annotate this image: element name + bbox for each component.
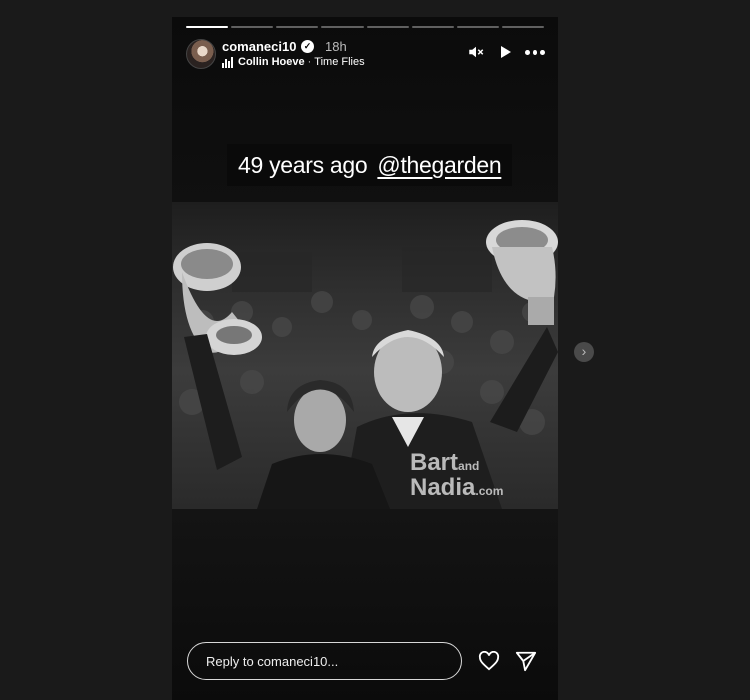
progress-segment [186, 26, 229, 28]
chevron-right-icon: › [581, 343, 587, 359]
music-info[interactable]: Collin Hoeve · Time Flies [238, 56, 365, 68]
muted-speaker-icon[interactable] [467, 43, 485, 61]
avatar[interactable] [186, 39, 216, 69]
send-icon[interactable] [515, 650, 537, 672]
music-separator: · [307, 56, 312, 68]
next-story-button[interactable]: › [574, 342, 594, 362]
progress-segment [501, 26, 544, 28]
verified-badge-icon: ✓ [301, 40, 314, 53]
progress-segment [321, 26, 364, 28]
watermark: Bartand Nadia.com [410, 449, 504, 501]
music-artist: Collin Hoeve [238, 56, 305, 68]
progress-segment [456, 26, 499, 28]
story-photo: Bartand Nadia.com [172, 202, 558, 509]
story-caption: 49 years ago @thegarden [227, 144, 513, 186]
caption-text: 49 years ago [238, 151, 368, 178]
progress-segment [231, 26, 274, 28]
reply-input[interactable]: Reply to comaneci10... [187, 642, 462, 680]
music-title: Time Flies [314, 56, 365, 68]
time-ago: 18h [325, 39, 347, 54]
story-header: comaneci10 ✓ 18h Collin Hoeve · Time Flies [184, 39, 546, 73]
progress-segment [366, 26, 409, 28]
more-options-icon[interactable] [525, 50, 546, 55]
username[interactable]: comaneci10 [222, 39, 296, 54]
reply-placeholder: Reply to comaneci10... [206, 653, 339, 669]
mention-link[interactable]: @thegarden [377, 152, 501, 179]
music-bars-icon [222, 57, 234, 68]
progress-segment [411, 26, 454, 28]
heart-icon[interactable] [478, 651, 500, 671]
play-icon[interactable] [497, 44, 513, 60]
story-progress-bar [186, 26, 544, 28]
progress-segment [276, 26, 319, 28]
story-viewer[interactable]: comaneci10 ✓ 18h Collin Hoeve · Time Flies… [172, 17, 558, 700]
